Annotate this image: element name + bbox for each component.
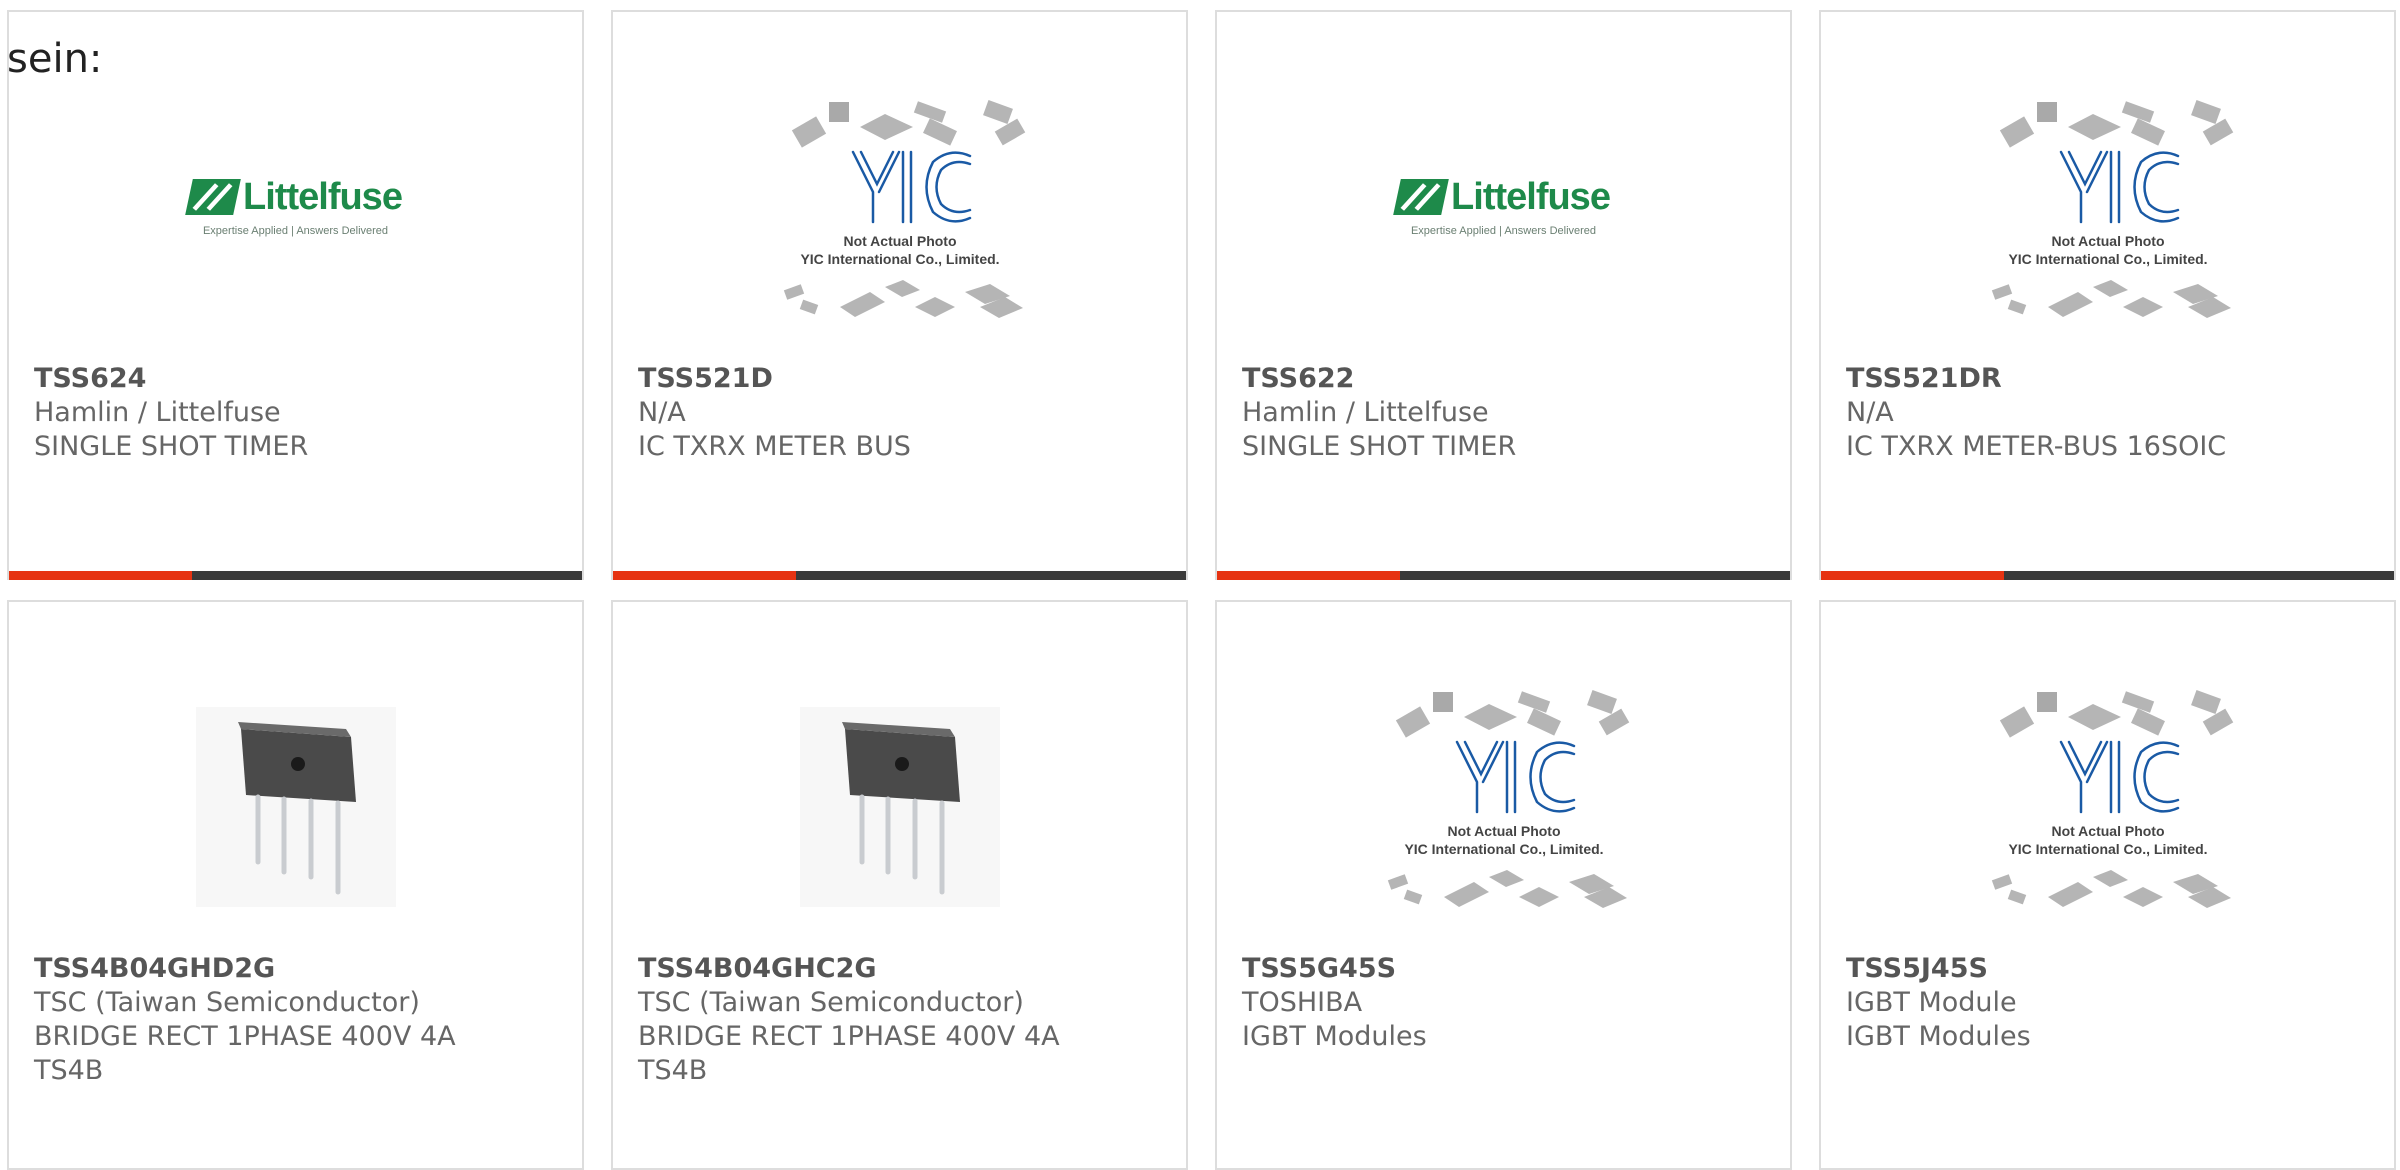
- yic-caption-1: Not Actual Photo: [1447, 823, 1560, 839]
- yic-caption-1: Not Actual Photo: [2051, 233, 2164, 249]
- part-number[interactable]: TSS521D: [638, 362, 1166, 396]
- manufacturer: TSC (Taiwan Semiconductor): [34, 987, 420, 1018]
- littelfuse-logo: Littelfuse Expertise Applied | Answers D…: [1393, 176, 1611, 237]
- product-card[interactable]: Not Actual Photo YIC International Co., …: [1819, 600, 2396, 1170]
- description: IGBT Modules: [1242, 1021, 1427, 1052]
- product-image[interactable]: Littelfuse Expertise Applied | Answers D…: [9, 72, 582, 362]
- yic-caption-1: Not Actual Photo: [843, 233, 956, 249]
- yic-caption-2: YIC International Co., Limited.: [1404, 841, 1603, 857]
- yic-placeholder-image: Not Actual Photo YIC International Co., …: [1387, 690, 1629, 908]
- card-accent-bar: [1217, 571, 1400, 580]
- package: TS4B: [638, 1055, 708, 1086]
- product-card[interactable]: Littelfuse Expertise Applied | Answers D…: [7, 10, 584, 580]
- product-card[interactable]: TSS4B04GHD2G TSC (Taiwan Semiconductor) …: [7, 600, 584, 1170]
- manufacturer: Hamlin / Littelfuse: [1242, 397, 1489, 428]
- intro-text: sein:: [7, 36, 103, 82]
- card-accent-bar: [9, 571, 192, 580]
- part-number[interactable]: TSS4B04GHC2G: [638, 952, 1166, 986]
- yic-caption-2: YIC International Co., Limited.: [2008, 841, 2207, 857]
- yic-caption-2: YIC International Co., Limited.: [800, 251, 999, 267]
- product-image[interactable]: Not Actual Photo YIC International Co., …: [1217, 662, 1790, 952]
- product-image[interactable]: [613, 662, 1186, 952]
- card-accent-bar: [1821, 571, 2004, 580]
- product-card[interactable]: Littelfuse Expertise Applied | Answers D…: [1215, 10, 1792, 580]
- product-image[interactable]: Littelfuse Expertise Applied | Answers D…: [1217, 72, 1790, 362]
- yic-caption-2: YIC International Co., Limited.: [2008, 251, 2207, 267]
- description: IC TXRX METER BUS: [638, 431, 911, 462]
- littelfuse-mark-icon: [1393, 179, 1449, 215]
- manufacturer: TSC (Taiwan Semiconductor): [638, 987, 1024, 1018]
- part-number[interactable]: TSS5G45S: [1242, 952, 1770, 986]
- product-image[interactable]: Not Actual Photo YIC International Co., …: [1821, 662, 2394, 952]
- description: IC TXRX METER-BUS 16SOIC: [1846, 431, 2227, 462]
- description: SINGLE SHOT TIMER: [1242, 431, 1517, 462]
- manufacturer: N/A: [638, 397, 686, 428]
- part-number[interactable]: TSS5J45S: [1846, 952, 2374, 986]
- part-number[interactable]: TSS521DR: [1846, 362, 2374, 396]
- product-card[interactable]: TSS4B04GHC2G TSC (Taiwan Semiconductor) …: [611, 600, 1188, 1170]
- description: IGBT Modules: [1846, 1021, 2031, 1052]
- product-card[interactable]: Not Actual Photo YIC International Co., …: [1819, 10, 2396, 580]
- card-bottom-bar: [1821, 571, 2394, 580]
- littelfuse-mark-icon: [185, 179, 241, 215]
- card-accent-bar: [613, 571, 796, 580]
- littelfuse-logo: Littelfuse Expertise Applied | Answers D…: [185, 176, 403, 237]
- part-number[interactable]: TSS622: [1242, 362, 1770, 396]
- card-bottom-bar: [1217, 571, 1790, 580]
- product-image[interactable]: Not Actual Photo YIC International Co., …: [613, 72, 1186, 362]
- bridge-rectifier-image: [799, 707, 1000, 907]
- bridge-rectifier-image: [195, 707, 396, 907]
- product-card[interactable]: Not Actual Photo YIC International Co., …: [1215, 600, 1792, 1170]
- manufacturer: N/A: [1846, 397, 1894, 428]
- product-image[interactable]: Not Actual Photo YIC International Co., …: [1821, 72, 2394, 362]
- manufacturer: IGBT Module: [1846, 987, 2017, 1018]
- yic-placeholder-image: Not Actual Photo YIC International Co., …: [783, 100, 1025, 318]
- yic-caption-1: Not Actual Photo: [2051, 823, 2164, 839]
- card-bottom-bar: [9, 571, 582, 580]
- part-number[interactable]: TSS4B04GHD2G: [34, 952, 562, 986]
- description: BRIDGE RECT 1PHASE 400V 4A: [34, 1021, 456, 1052]
- part-number[interactable]: TSS624: [34, 362, 562, 396]
- package: TS4B: [34, 1055, 104, 1086]
- yic-placeholder-image: Not Actual Photo YIC International Co., …: [1991, 690, 2233, 908]
- product-card[interactable]: Not Actual Photo YIC International Co., …: [611, 10, 1188, 580]
- description: SINGLE SHOT TIMER: [34, 431, 309, 462]
- yic-placeholder-image: Not Actual Photo YIC International Co., …: [1991, 100, 2233, 318]
- description: BRIDGE RECT 1PHASE 400V 4A: [638, 1021, 1060, 1052]
- card-bottom-bar: [613, 571, 1186, 580]
- product-image[interactable]: [9, 662, 582, 952]
- manufacturer: Hamlin / Littelfuse: [34, 397, 281, 428]
- manufacturer: TOSHIBA: [1242, 987, 1363, 1018]
